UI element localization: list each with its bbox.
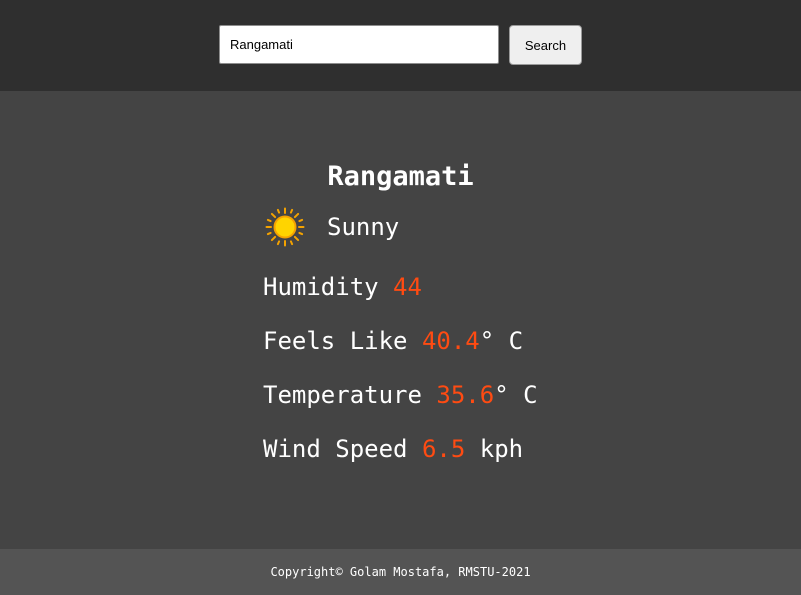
temperature-unit: ° C: [494, 381, 538, 409]
search-button[interactable]: Search: [509, 25, 582, 65]
feels-like-unit: ° C: [479, 327, 524, 355]
weather-condition: Sunny: [327, 213, 400, 241]
sun-icon: [265, 207, 305, 247]
wind-speed-row: Wind Speed 6.5 kph: [263, 433, 523, 465]
temperature-value: 35.6: [436, 381, 495, 409]
city-name: Rangamati: [327, 161, 474, 192]
humidity-label: Humidity: [263, 273, 379, 301]
temperature-label: Temperature: [263, 381, 422, 409]
wind-speed-unit: kph: [479, 435, 524, 463]
wind-speed-value: 6.5: [421, 435, 466, 463]
humidity-row: Humidity 44: [263, 271, 422, 303]
city-search-input[interactable]: [219, 25, 499, 64]
feels-like-row: Feels Like 40.4° C: [263, 325, 523, 357]
feels-like-value: 40.4: [421, 327, 480, 355]
wind-speed-label: Wind Speed: [263, 435, 408, 463]
humidity-value: 44: [393, 273, 422, 301]
temperature-row: Temperature 35.6° C: [263, 379, 538, 411]
feels-like-label: Feels Like: [263, 327, 408, 355]
sun-icon-graphic: [265, 207, 305, 247]
copyright-text: Copyright© Golam Mostafa, RMSTU-2021: [270, 565, 531, 579]
header-bar: Search: [0, 0, 801, 91]
